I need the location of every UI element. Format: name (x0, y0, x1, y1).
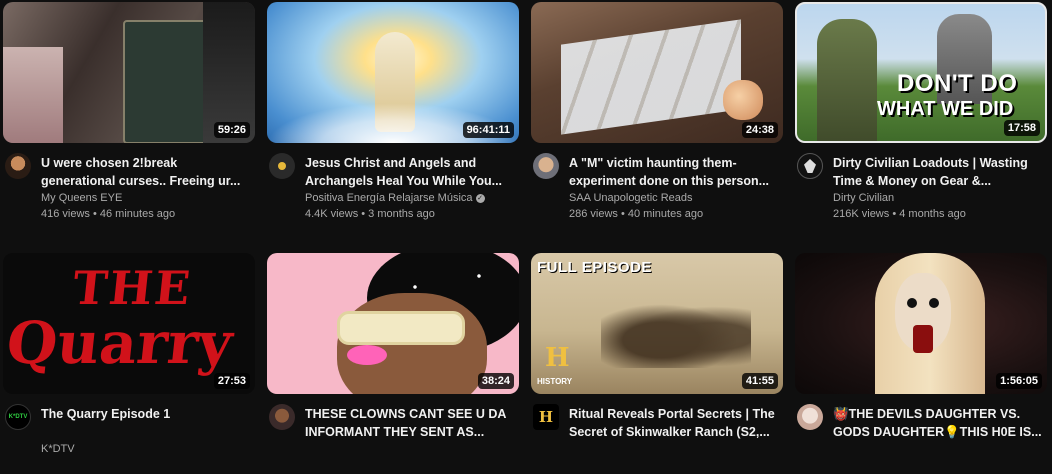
view-count: 416 views (41, 208, 90, 220)
video-stats: 416 views • 46 minutes ago (41, 208, 176, 220)
video-thumbnail[interactable]: DON'T DO WHAT WE DID 17:58 (795, 2, 1047, 143)
channel-name[interactable]: Positiva Energía Relajarse Música ✓ (305, 192, 485, 204)
thumbnail-art (278, 162, 286, 170)
video-title[interactable]: THESE CLOWNS CANT SEE U DA INFORMANT THE… (305, 405, 515, 441)
video-thumbnail[interactable]: 24:38 (531, 2, 783, 143)
video-thumbnail[interactable]: 59:26 (3, 2, 255, 143)
view-count: 286 views (569, 208, 618, 220)
video-stats: 4.4K views • 3 months ago (305, 208, 435, 220)
video-stats: 286 views • 40 minutes ago (569, 208, 704, 220)
history-logo: H (545, 343, 570, 373)
video-card[interactable]: 96:41:11 Jesus Christ and Angels and Arc… (267, 2, 519, 223)
video-card[interactable]: THE Quarry 27:53 K*DTV The Quarry Episod… (3, 253, 255, 474)
thumbnail-art (337, 311, 465, 345)
thumbnail-text: WHAT WE DID (877, 98, 1014, 120)
channel-avatar[interactable] (269, 153, 295, 179)
verified-icon: ✓ (475, 193, 485, 203)
channel-avatar[interactable] (797, 153, 823, 179)
video-title[interactable]: 👹THE DEVILS DAUGHTER VS. GODS DAUGHTER💡T… (833, 405, 1043, 441)
channel-name[interactable]: Dirty Civilian (833, 192, 894, 204)
video-thumbnail[interactable]: 1:56:05 (795, 253, 1047, 394)
thumbnail-art (123, 20, 212, 143)
duration-badge: 96:41:11 (462, 122, 514, 138)
channel-avatar[interactable]: H (533, 404, 559, 430)
channel-avatar[interactable]: K*DTV (5, 404, 31, 430)
thumbnail-text: Quarry (3, 309, 236, 377)
channel-avatar[interactable] (269, 404, 295, 430)
duration-badge: 38:24 (477, 373, 514, 389)
video-title[interactable]: Dirty Civilian Loadouts | Wasting Time &… (833, 154, 1043, 190)
thumbnail-art (817, 19, 877, 141)
video-card[interactable]: 59:26 U were chosen 2!break generational… (3, 2, 255, 223)
video-stats: 216K views • 4 months ago (833, 208, 966, 220)
channel-label: Positiva Energía Relajarse Música (305, 192, 473, 204)
duration-badge: 17:58 (1003, 120, 1040, 136)
thumbnail-art (723, 80, 763, 120)
upload-age: 46 minutes ago (99, 208, 176, 220)
video-title[interactable]: U were chosen 2!break generational curse… (41, 154, 251, 190)
thumbnail-art (907, 298, 917, 308)
upload-age: 4 months ago (899, 208, 966, 220)
thumbnail-art (601, 298, 751, 368)
duration-badge: 24:38 (741, 122, 778, 138)
video-title[interactable]: Ritual Reveals Portal Secrets | The Secr… (569, 405, 779, 441)
video-card[interactable]: 38:24 THESE CLOWNS CANT SEE U DA INFORMA… (267, 253, 519, 474)
video-card[interactable]: 24:38 A "M" victim haunting them- experi… (531, 2, 783, 223)
upload-age: 3 months ago (368, 208, 435, 220)
thumbnail-art (3, 47, 63, 143)
video-card[interactable]: 1:56:05 👹THE DEVILS DAUGHTER VS. GODS DA… (795, 253, 1047, 474)
thumbnail-art (929, 298, 939, 308)
channel-avatar[interactable] (797, 404, 823, 430)
thumbnail-art (561, 19, 741, 135)
thumbnail-art (804, 159, 816, 173)
duration-badge: 41:55 (741, 373, 778, 389)
duration-badge: 27:53 (213, 373, 250, 389)
video-title[interactable]: The Quarry Episode 1 (41, 405, 251, 423)
channel-name[interactable]: SAA Unapologetic Reads (569, 192, 693, 204)
thumbnail-art (913, 325, 933, 353)
channel-name[interactable]: My Queens EYE (41, 192, 122, 204)
video-thumbnail[interactable]: FULL EPISODE H HISTORY 41:55 (531, 253, 783, 394)
video-card[interactable]: DON'T DO WHAT WE DID 17:58 Dirty Civilia… (795, 2, 1047, 223)
duration-badge: 1:56:05 (996, 373, 1042, 389)
video-card[interactable]: FULL EPISODE H HISTORY 41:55 H Ritual Re… (531, 253, 783, 474)
thumbnail-text: THE (70, 261, 195, 315)
upload-age: 40 minutes ago (627, 208, 704, 220)
video-thumbnail[interactable]: 38:24 (267, 253, 519, 394)
video-title[interactable]: A "M" victim haunting them- experiment d… (569, 154, 779, 190)
channel-name[interactable]: K*DTV (41, 443, 75, 455)
video-title[interactable]: Jesus Christ and Angels and Archangels H… (305, 154, 515, 190)
video-thumbnail[interactable]: 96:41:11 (267, 2, 519, 143)
video-thumbnail[interactable]: THE Quarry 27:53 (3, 253, 255, 394)
channel-avatar[interactable] (5, 153, 31, 179)
channel-avatar[interactable] (533, 153, 559, 179)
view-count: 216K views (833, 208, 890, 220)
thumbnail-text: FULL EPISODE (537, 259, 652, 276)
thumbnail-art (347, 345, 387, 365)
duration-badge: 59:26 (213, 122, 250, 138)
view-count: 4.4K views (305, 208, 359, 220)
thumbnail-text: HISTORY (537, 377, 573, 386)
thumbnail-text: DON'T DO (897, 70, 1018, 97)
